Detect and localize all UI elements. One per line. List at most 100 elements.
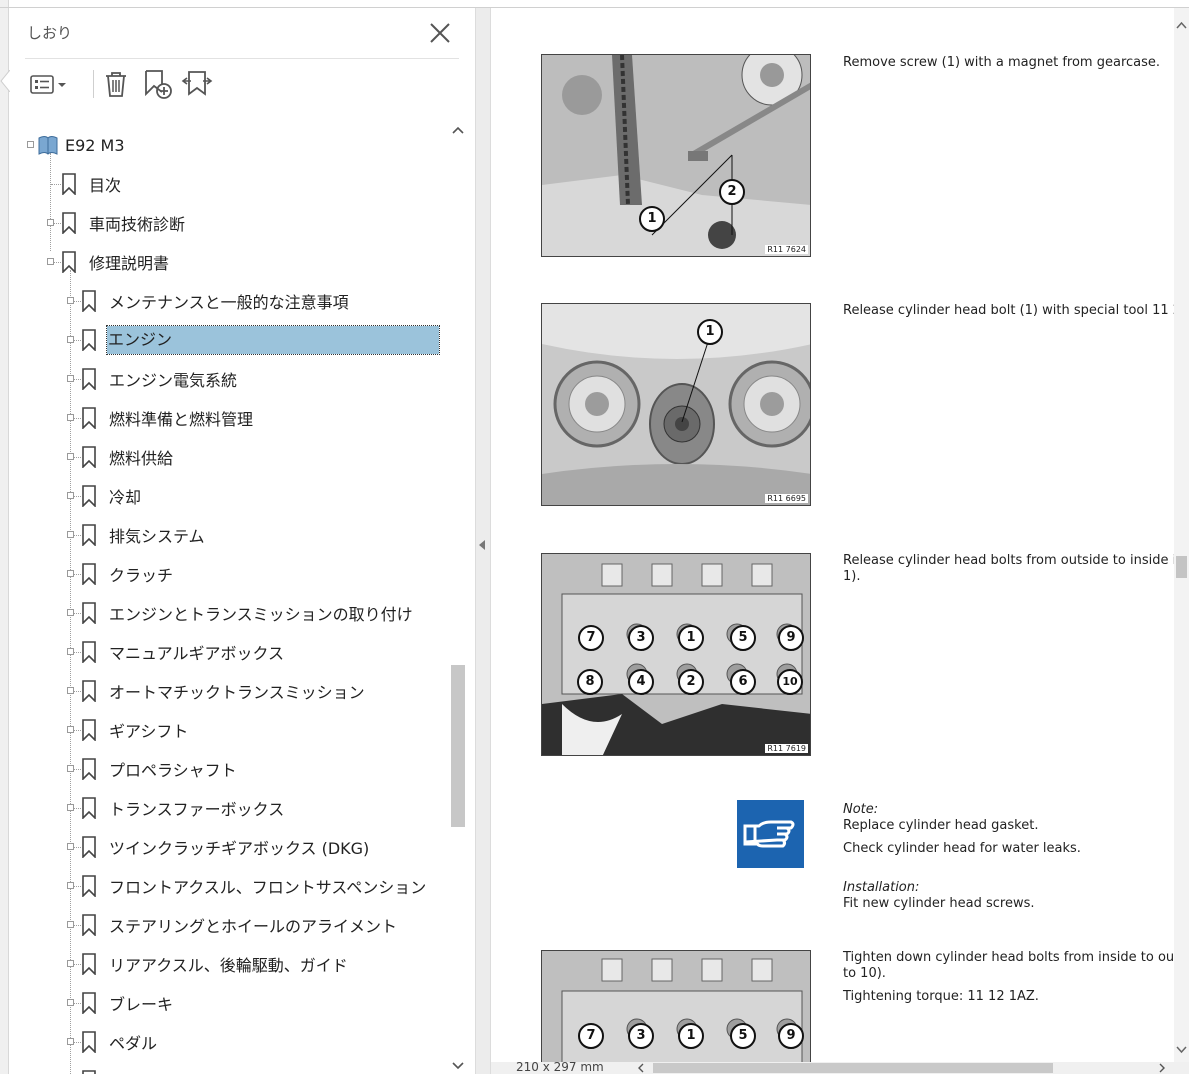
callout-marker: 9 [778,1023,804,1049]
bookmark-item[interactable]: メンテナンスと一般的な注意事項 [25,284,445,318]
bookmark-item[interactable]: オートマチックトランスミッション [25,674,445,708]
callout-marker: 4 [628,669,654,695]
expand-toggle[interactable] [67,960,74,967]
document-scrollbar[interactable] [1174,8,1189,1062]
bookmark-item[interactable]: 燃料準備と燃料管理 [25,401,445,435]
delete-bookmark-button[interactable] [99,66,133,102]
bookmark-label: ブレーキ [109,995,174,1014]
expand-toggle[interactable] [67,570,74,577]
bookmark-expand-icon [181,71,213,96]
callout-marker: 7 [578,625,604,651]
bookmark-label: プロペラシャフト [109,761,237,780]
figure-ref: R11 6695 [765,494,808,503]
expand-toggle[interactable] [67,687,74,694]
scroll-right-button[interactable] [1157,1062,1167,1074]
document-scroll-thumb[interactable] [1176,556,1187,578]
panel-splitter[interactable] [475,8,491,1074]
bookmarks-scrollbar[interactable] [449,120,467,1074]
bookmark-label: オートマチックトランスミッション [109,683,365,702]
bookmark-item[interactable]: リアアクスル、後輪駆動、ガイド [25,947,445,981]
scroll-left-button[interactable] [636,1062,646,1074]
collapse-panel-icon[interactable] [479,540,485,550]
expand-toggle[interactable] [67,882,74,889]
expand-toggle[interactable] [47,258,54,265]
horizontal-scroll-thumb[interactable] [653,1063,1053,1073]
panel-divider [25,58,459,59]
collapse-toggle[interactable] [27,141,34,148]
bookmark-label: 目次 [89,176,122,195]
note-hand-icon [737,800,804,868]
bookmark-icon [82,836,96,858]
bookmark-item[interactable]: タイヤ付きホイール [25,1064,445,1074]
bookmark-icon [62,173,76,195]
expand-toggle[interactable] [67,804,74,811]
window-left-edge [0,0,9,1074]
bookmark-item[interactable]: ステアリングとホイールのアライメント [25,908,445,942]
bookmark-item[interactable]: 車両技術診断 [25,206,445,240]
bookmark-icon [82,1031,96,1053]
bookmark-item[interactable]: 燃料供給 [25,440,445,474]
chevron-down-icon[interactable] [1174,1042,1189,1058]
expand-toggle[interactable] [67,648,74,655]
bookmark-item[interactable]: エンジン [25,323,445,357]
bookmark-item[interactable]: 目次 [25,167,445,201]
bookmark-item[interactable]: プロペラシャフト [25,752,445,786]
bookmark-item[interactable]: 排気システム [25,518,445,552]
expand-toggle[interactable] [67,609,74,616]
expand-toggle[interactable] [67,414,74,421]
bookmark-label: エンジン [106,325,440,355]
bookmark-item[interactable]: ブレーキ [25,986,445,1020]
bookmark-item[interactable]: エンジン電気系統 [25,362,445,396]
callout-marker: 5 [730,625,756,651]
bookmark-item[interactable]: エンジンとトランスミッションの取り付け [25,596,445,630]
scroll-down-button[interactable] [449,1058,467,1074]
bookmark-root-label: E92 M3 [65,135,125,155]
scroll-thumb[interactable] [451,665,465,827]
expand-toggle[interactable] [67,726,74,733]
bookmark-label: 燃料準備と燃料管理 [109,410,254,429]
expand-toggle[interactable] [67,843,74,850]
bookmark-label: ペダル [109,1034,158,1053]
expand-toggle[interactable] [47,219,54,226]
installation-heading: Installation: [843,880,920,895]
bookmark-item[interactable]: 冷却 [25,479,445,513]
bookmark-item[interactable]: ツインクラッチギアボックス (DKG) [25,830,445,864]
step-text: to 10). [843,966,886,981]
expand-toggle[interactable] [67,297,74,304]
expand-toggle[interactable] [67,765,74,772]
bookmark-item[interactable]: ペダル [25,1025,445,1059]
bookmark-icon [82,719,96,741]
close-panel-button[interactable] [427,20,453,46]
expand-toggle[interactable] [67,531,74,538]
callout-marker: 8 [577,669,603,695]
bookmark-icon [82,875,96,897]
scroll-up-button[interactable] [449,122,467,138]
bookmark-item[interactable]: ギアシフト [25,713,445,747]
close-icon [430,23,450,43]
expand-toggle[interactable] [67,492,74,499]
new-bookmark-button[interactable] [139,66,175,102]
bookmark-root[interactable]: E92 M3 [25,128,445,162]
bookmark-item[interactable]: クラッチ [25,557,445,591]
expand-toggle[interactable] [67,921,74,928]
bookmark-icon [82,680,96,702]
bookmark-label: トランスファーボックス [109,800,285,819]
bookmark-icon [82,758,96,780]
options-menu-button[interactable] [29,66,69,102]
expand-toggle[interactable] [67,375,74,382]
chevron-up-icon[interactable] [1174,18,1189,34]
bookmark-item[interactable]: マニュアルギアボックス [25,635,445,669]
bookmark-label: ステアリングとホイールのアライメント [109,917,398,936]
bookmark-properties-button[interactable] [179,66,215,102]
bookmark-item[interactable]: 修理説明書 [25,245,445,279]
bookmark-label: ギアシフト [109,722,189,741]
document-book-icon [38,136,58,155]
expand-toggle[interactable] [67,336,74,343]
callout-marker: 3 [628,1023,654,1049]
bookmark-item[interactable]: トランスファーボックス [25,791,445,825]
expand-toggle[interactable] [67,1038,74,1045]
bookmark-item[interactable]: フロントアクスル、フロントサスペンション [25,869,445,903]
expand-toggle[interactable] [67,453,74,460]
expand-toggle[interactable] [67,999,74,1006]
bookmark-label: 排気システム [109,527,205,546]
